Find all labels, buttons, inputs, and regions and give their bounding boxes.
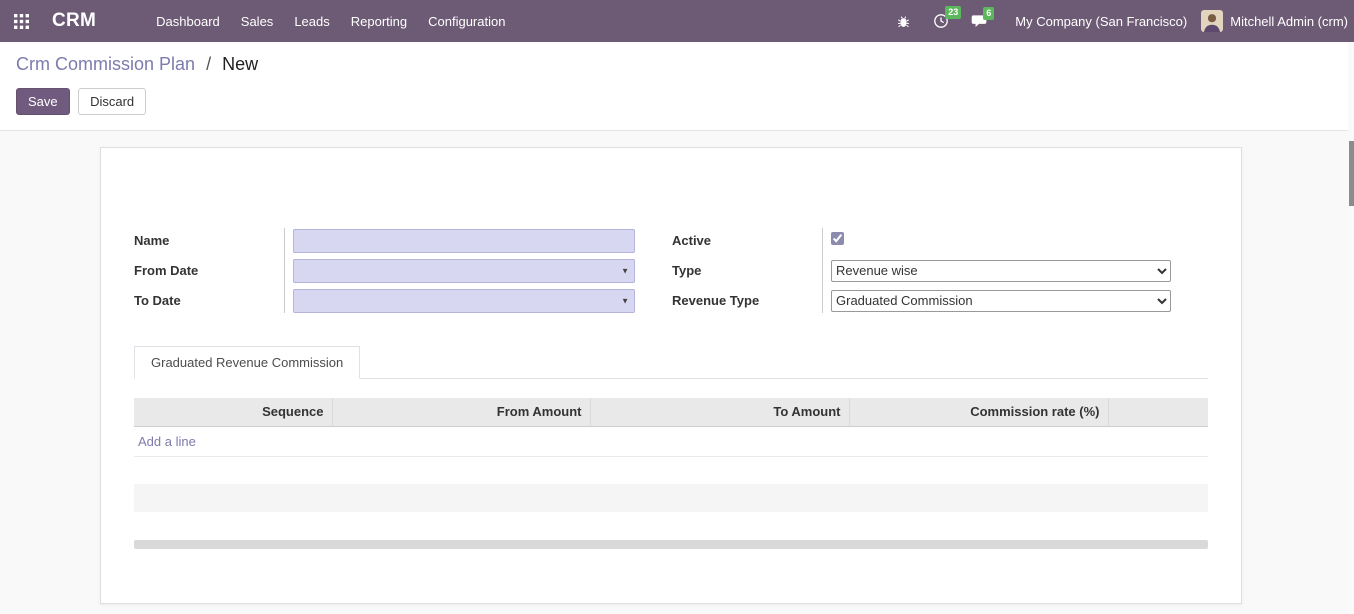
menu-item-sales[interactable]: Sales (241, 2, 274, 41)
type-label: Type (672, 263, 822, 278)
grid-icon (14, 14, 29, 29)
menu-item-leads[interactable]: Leads (294, 2, 329, 41)
from-date-label: From Date (134, 263, 284, 278)
avatar (1201, 10, 1223, 32)
avatar-image (1201, 10, 1223, 32)
bug-icon (896, 14, 911, 29)
control-panel-buttons: Save Discard (16, 88, 1338, 115)
discard-button[interactable]: Discard (78, 88, 146, 115)
form-sheet: Name From Date ▼ To Date ▼ (100, 147, 1242, 604)
header-actions (1108, 398, 1208, 426)
to-date-field-row: To Date ▼ (134, 288, 635, 313)
menu-item-dashboard[interactable]: Dashboard (156, 2, 220, 41)
list-bottom-bar (134, 540, 1208, 549)
header-to-amount[interactable]: To Amount (590, 398, 849, 426)
form-group-right: Active Type Revenue wise Revenue Type (672, 228, 1171, 313)
empty-row (134, 484, 1208, 512)
menu-item-reporting[interactable]: Reporting (351, 2, 407, 41)
form-group-left: Name From Date ▼ To Date ▼ (134, 228, 635, 313)
breadcrumb-current: New (222, 54, 258, 74)
user-menu[interactable]: Mitchell Admin (crm) (1201, 10, 1348, 32)
breadcrumb-parent-link[interactable]: Crm Commission Plan (16, 54, 195, 74)
user-name: Mitchell Admin (crm) (1230, 14, 1348, 29)
type-select[interactable]: Revenue wise (831, 260, 1171, 282)
name-label: Name (134, 233, 284, 248)
revenue-type-select[interactable]: Graduated Commission (831, 290, 1171, 312)
breadcrumb-separator: / (206, 54, 211, 74)
table-header-row: Sequence From Amount To Amount Commissio… (134, 398, 1208, 426)
commission-lines-list: Sequence From Amount To Amount Commissio… (134, 398, 1208, 549)
header-commission-rate[interactable]: Commission rate (%) (849, 398, 1108, 426)
type-field-row: Type Revenue wise (672, 258, 1171, 283)
activities-button[interactable]: 23 (933, 13, 949, 29)
menu-item-configuration[interactable]: Configuration (428, 2, 505, 41)
control-panel: Crm Commission Plan / New Save Discard (0, 42, 1354, 131)
form-fields: Name From Date ▼ To Date ▼ (134, 228, 1208, 313)
company-switcher[interactable]: My Company (San Francisco) (1015, 14, 1187, 29)
commission-lines-table: Sequence From Amount To Amount Commissio… (134, 398, 1208, 540)
tab-bar: Graduated Revenue Commission (134, 346, 1208, 379)
add-a-line-link[interactable]: Add a line (138, 434, 196, 449)
header-sequence[interactable]: Sequence (134, 398, 332, 426)
active-field-row: Active (672, 228, 1171, 253)
systray: 23 6 My Company (San Francisco) Mitchell… (885, 10, 1348, 32)
to-date-label: To Date (134, 293, 284, 308)
messages-button[interactable]: 6 (971, 14, 988, 29)
main-menu: Dashboard Sales Leads Reporting Configur… (156, 2, 505, 41)
from-date-input[interactable] (293, 259, 635, 283)
message-count-badge: 6 (983, 7, 994, 20)
app-brand[interactable]: CRM (52, 10, 96, 32)
from-date-field-row: From Date ▼ (134, 258, 635, 283)
empty-row (134, 456, 1208, 484)
name-input[interactable] (293, 229, 635, 253)
name-field-row: Name (134, 228, 635, 253)
save-button[interactable]: Save (16, 88, 70, 115)
top-navbar: CRM Dashboard Sales Leads Reporting Conf… (0, 0, 1354, 42)
scrollbar-thumb[interactable] (1349, 141, 1354, 206)
header-from-amount[interactable]: From Amount (332, 398, 590, 426)
activity-count-badge: 23 (945, 6, 961, 19)
empty-row (134, 512, 1208, 540)
revenue-type-field-row: Revenue Type Graduated Commission (672, 288, 1171, 313)
breadcrumb: Crm Commission Plan / New (16, 54, 1338, 75)
notebook: Graduated Revenue Commission Sequence Fr… (134, 346, 1208, 549)
content-area: Name From Date ▼ To Date ▼ (0, 131, 1354, 614)
active-label: Active (672, 233, 822, 248)
active-checkbox[interactable] (831, 232, 844, 245)
revenue-type-label: Revenue Type (672, 293, 822, 308)
to-date-input[interactable] (293, 289, 635, 313)
vertical-scrollbar[interactable] (1348, 42, 1354, 614)
debug-mode-button[interactable] (896, 14, 911, 29)
tab-graduated-revenue-commission[interactable]: Graduated Revenue Commission (134, 346, 360, 379)
add-line-row: Add a line (134, 426, 1208, 456)
apps-menu-icon[interactable] (8, 8, 34, 34)
